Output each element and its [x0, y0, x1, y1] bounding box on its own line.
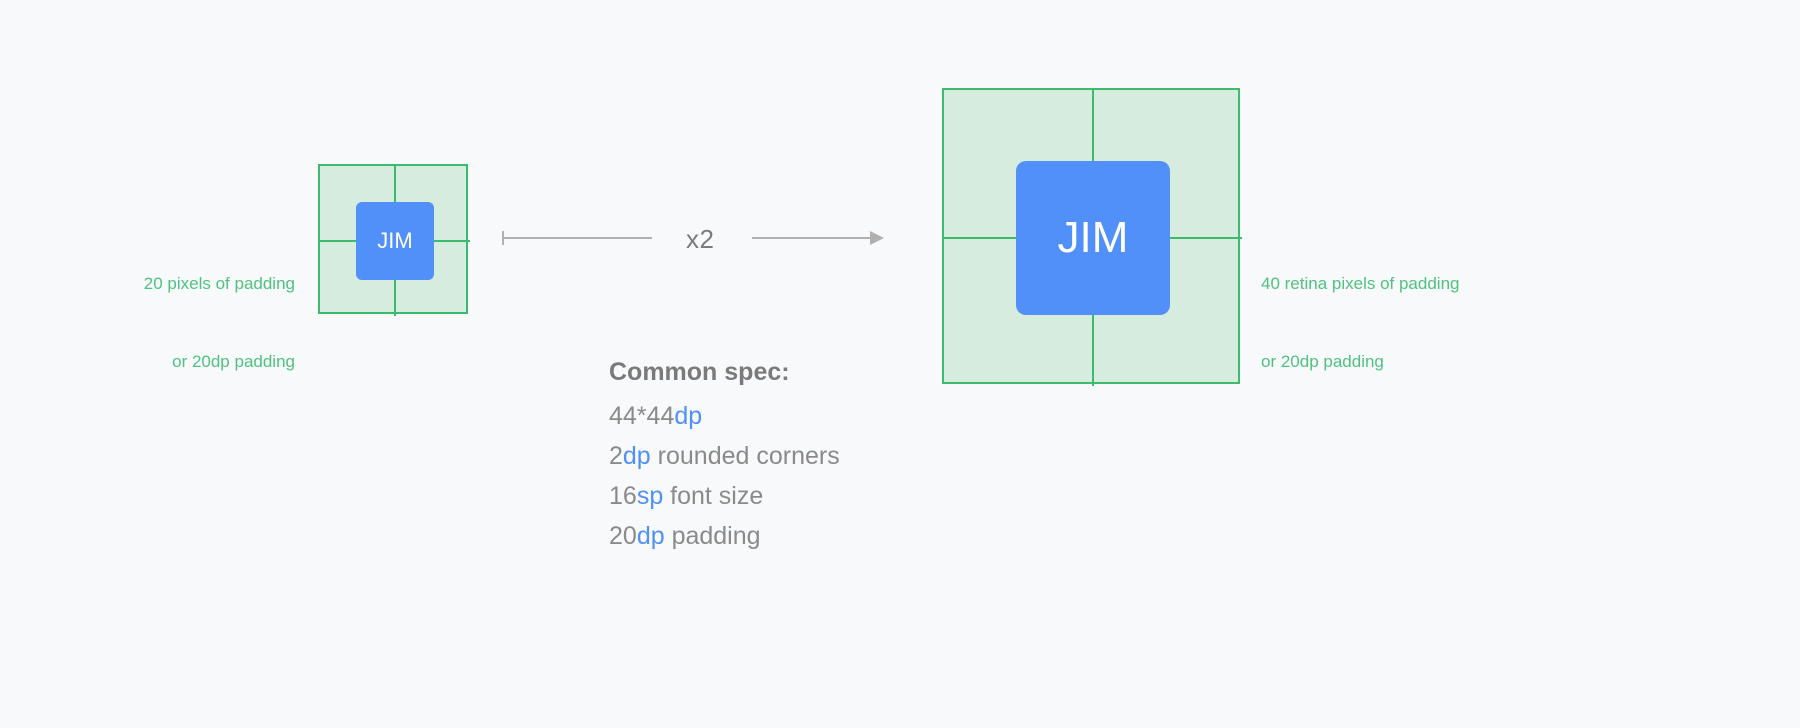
scale-multiplier-label: x2 — [686, 224, 715, 254]
large-annotation-line-1: 40 retina pixels of padding — [1261, 274, 1460, 293]
spec-line-unit: dp — [622, 442, 651, 470]
spec-line-unit: dp — [674, 402, 703, 430]
spec-line-unit: dp — [636, 522, 665, 550]
small-guide-line-right — [432, 240, 470, 242]
spec-line-list: 44*44dp 2dp rounded corners 16sp font size… — [609, 396, 840, 556]
spec-line-value: 16 — [609, 482, 637, 510]
small-annotation-line-1: 20 pixels of padding — [143, 274, 295, 293]
spec-line-suffix: font size — [663, 482, 764, 510]
common-spec-block: Common spec: 44*44dp 2dp rounded corners 1… — [609, 352, 840, 556]
spec-title: Common spec: — [609, 358, 790, 386]
small-button-label: JIM — [377, 228, 413, 253]
large-button[interactable]: JIM — [1016, 161, 1170, 315]
spec-line-value: 20 — [609, 522, 637, 550]
small-group-annotation: 20 pixels of padding or 20dp padding — [144, 219, 295, 427]
small-button[interactable]: JIM — [356, 202, 434, 280]
spec-line: 20dp padding — [609, 516, 840, 556]
large-guide-line-left — [944, 237, 1018, 239]
large-guide-line-right — [1168, 237, 1242, 239]
spec-line: 2dp rounded corners — [609, 436, 840, 476]
large-group-annotation: 40 retina pixels of padding or 20dp padd… — [1261, 219, 1459, 427]
large-button-label: JIM — [1057, 213, 1129, 262]
spec-line-value: 44*44 — [609, 402, 675, 430]
small-guide-line-top — [394, 166, 396, 204]
large-annotation-line-2: or 20dp padding — [1261, 352, 1384, 371]
large-guide-line-bottom — [1092, 313, 1094, 386]
spec-line-unit: sp — [636, 482, 664, 510]
spec-line-suffix: rounded corners — [650, 442, 840, 470]
spec-line: 16sp font size — [609, 476, 840, 516]
diagram-canvas: 20 pixels of padding or 20dp padding JIM… — [0, 0, 1800, 728]
spec-line: 44*44dp — [609, 396, 840, 436]
small-annotation-line-2: or 20dp padding — [172, 352, 295, 371]
small-padding-square: JIM — [318, 164, 470, 316]
small-guide-line-bottom — [394, 278, 396, 316]
large-padding-square: JIM — [942, 88, 1242, 386]
large-guide-line-top — [1092, 90, 1094, 164]
spec-line-suffix: padding — [664, 522, 761, 550]
spec-line-value: 2 — [609, 442, 623, 470]
small-guide-line-left — [320, 240, 358, 242]
